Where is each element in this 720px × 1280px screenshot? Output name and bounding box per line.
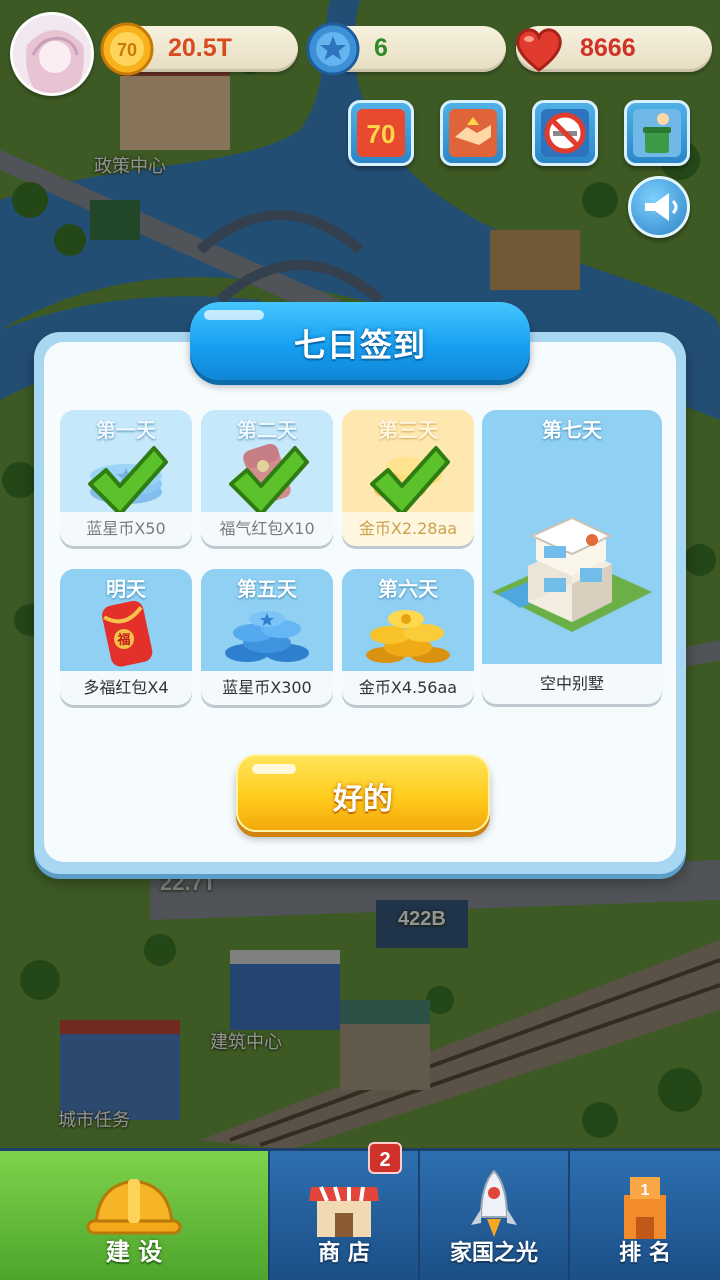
gold-amount: 20.5T xyxy=(168,34,232,62)
day-card-6[interactable]: 第六天 金币X4.56aa xyxy=(342,569,474,705)
tab-ranking-label: 排 名 xyxy=(619,1241,671,1266)
heart-amount: 8666 xyxy=(580,34,636,62)
day-card-2[interactable]: 第二天 福气红包X10 xyxy=(201,410,333,546)
blue-star-coin-pile-icon xyxy=(225,611,309,662)
dialog-title-banner: 七日签到 xyxy=(190,302,530,380)
rocket-icon xyxy=(471,1169,517,1237)
speaker-icon xyxy=(645,193,678,221)
day-card-5[interactable]: 第五天 蓝星币X300 xyxy=(201,569,333,705)
fu-red-envelope-icon: 福 xyxy=(102,600,153,667)
heart-icon xyxy=(516,28,562,72)
check-mark-icon xyxy=(88,446,168,516)
ok-button-label: 好的 xyxy=(333,782,393,817)
check-mark-icon xyxy=(229,446,309,516)
ok-button[interactable]: 好的 xyxy=(236,754,490,832)
day-card-title: 第五天 xyxy=(237,577,297,601)
announcement-button[interactable] xyxy=(628,176,690,238)
day-card-title: 第一天 xyxy=(96,418,156,442)
player-avatar[interactable] xyxy=(10,12,94,96)
tab-national-glory-label: 家国之光 xyxy=(449,1241,538,1266)
bottom-nav: 建 设 商 店 家国之光 1 排 名 xyxy=(0,1148,720,1280)
day-card-reward: 福气红包X10 xyxy=(201,512,333,546)
gold-counter[interactable]: 70 20.5T xyxy=(100,22,298,76)
recycle-icon xyxy=(633,109,681,157)
shop-icon xyxy=(309,1186,379,1237)
day-card-title: 第二天 xyxy=(237,418,297,442)
dialog-title: 七日签到 xyxy=(293,326,426,364)
day-card-title: 第七天 xyxy=(542,418,602,442)
svg-text:1: 1 xyxy=(641,1182,650,1199)
shop-notification-badge: 2 xyxy=(368,1142,402,1174)
gold-coin-icon-text: 70 xyxy=(117,40,137,60)
check-mark-icon xyxy=(370,446,450,516)
day-card-1[interactable]: 第一天 蓝星币X50 xyxy=(60,410,192,546)
day-card-7[interactable]: 第七天 空中别墅 xyxy=(482,410,662,704)
fu-character: 福 xyxy=(116,632,130,648)
day-card-reward: 空中别墅 xyxy=(482,664,662,704)
star-coin-counter[interactable]: 6 xyxy=(306,22,506,76)
tab-ranking[interactable]: 1 排 名 xyxy=(570,1151,720,1280)
tab-shop-label: 商 店 xyxy=(318,1241,370,1266)
day-card-title: 明天 xyxy=(106,577,146,601)
ranking-tower-icon: 1 xyxy=(624,1177,666,1239)
gold-coin-pile-icon xyxy=(366,610,450,663)
day-card-title: 第六天 xyxy=(378,577,438,601)
anniversary-70-text: 70 xyxy=(367,119,396,149)
villa-icon xyxy=(492,516,652,632)
tab-build-label: 建 设 xyxy=(105,1238,163,1266)
day-card-reward: 金币X4.56aa xyxy=(342,671,474,705)
day-card-reward: 金币X2.28aa xyxy=(342,512,474,546)
day-card-title: 第三天 xyxy=(378,418,438,442)
day-card-reward: 蓝星币X300 xyxy=(201,671,333,705)
handshake-icon xyxy=(449,109,497,157)
no-smoking-icon xyxy=(541,109,589,157)
day-card-3[interactable]: 第三天 金币X2.28aa xyxy=(342,410,474,546)
blue-star-coin-icon xyxy=(306,22,360,76)
gold-coin-icon: 70 xyxy=(100,22,154,76)
tab-national-glory[interactable]: 家国之光 xyxy=(420,1151,570,1280)
no-smoking-button[interactable] xyxy=(532,100,598,166)
heart-counter[interactable]: 8666 xyxy=(516,26,712,72)
day-card-reward: 蓝星币X50 xyxy=(60,512,192,546)
recycle-button[interactable] xyxy=(624,100,690,166)
tab-build[interactable]: 建 设 xyxy=(0,1151,270,1280)
star-coin-amount: 6 xyxy=(374,34,388,62)
anniversary-70-icon: 70 xyxy=(357,109,405,157)
day-card-reward: 多福红包X4 xyxy=(60,671,192,705)
anniversary-70-button[interactable]: 70 xyxy=(348,100,414,166)
handshake-button[interactable] xyxy=(440,100,506,166)
day-card-4[interactable]: 明天 福 多福红包X4 xyxy=(60,569,192,705)
